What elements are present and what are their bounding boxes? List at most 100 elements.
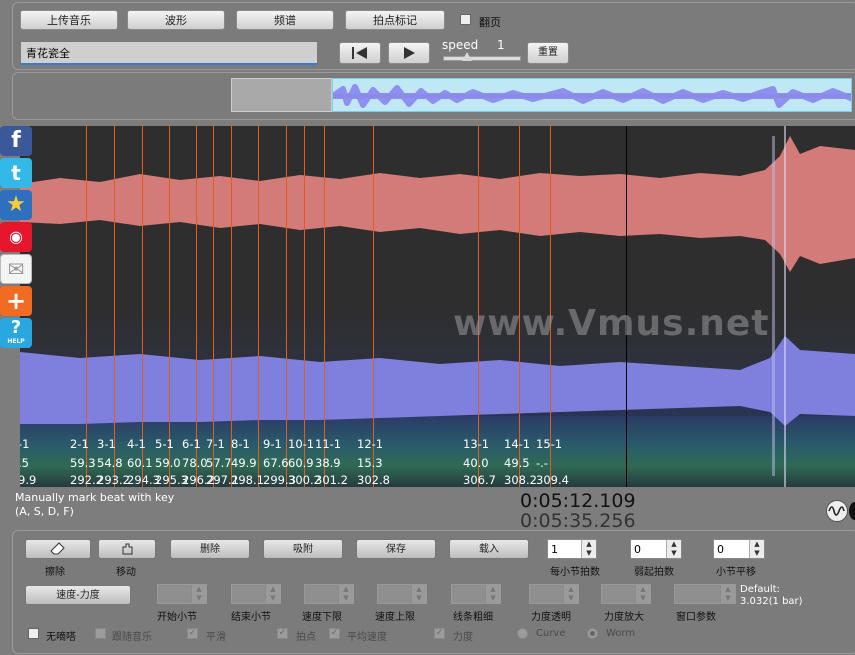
beat-line[interactable] xyxy=(196,126,197,487)
beat-tempo-value: 60.9 xyxy=(288,456,314,470)
bar-shift-stepper[interactable]: 0 ▲ ▼ xyxy=(713,539,765,559)
force-transparency-stepper[interactable]: ▲ ▼ xyxy=(529,584,579,604)
follow-music-label: 跟随音乐 xyxy=(112,632,152,643)
smooth-label: 平滑 xyxy=(206,632,226,643)
worm-label: Worm xyxy=(606,628,636,639)
beats-per-bar-stepper[interactable]: 1 ▲ ▼ xyxy=(547,539,597,559)
waveform-toggle-icon[interactable] xyxy=(826,500,848,522)
stepper-arrows-icon[interactable]: ▲ ▼ xyxy=(581,540,596,558)
beat-line[interactable] xyxy=(286,126,287,487)
window-param-stepper[interactable]: ▲ ▼ xyxy=(674,584,736,604)
beat-bar-label: 10-1 xyxy=(288,437,315,451)
stepper-arrows-icon[interactable]: ▲ ▼ xyxy=(666,540,681,558)
stepper-arrows-icon[interactable]: ▲ ▼ xyxy=(265,585,280,603)
beat-bar-label: 6-1 xyxy=(182,437,201,451)
waveform-button[interactable]: 波形 xyxy=(127,10,225,30)
beat-tempo-value: 40.0 xyxy=(463,456,489,470)
no-ticks-label: 无嘀嗒 xyxy=(46,632,76,643)
stepper-arrows-icon[interactable]: ▲ ▼ xyxy=(563,585,578,603)
beat-time-value: 298.1 xyxy=(231,473,264,487)
twitter-icon[interactable]: t xyxy=(0,158,32,188)
beat-bar-label: 8-1 xyxy=(231,437,250,451)
add-plus-icon[interactable]: + xyxy=(0,286,32,316)
beat-line[interactable] xyxy=(324,126,325,487)
beat-line[interactable] xyxy=(304,126,305,487)
beats-checkbox[interactable]: ✓ xyxy=(277,628,288,639)
start-bar-stepper[interactable]: ▲ ▼ xyxy=(157,584,207,604)
load-button[interactable]: 载入 xyxy=(449,539,529,559)
beat-line[interactable] xyxy=(114,126,115,487)
stepper-arrows-icon[interactable]: ▲ ▼ xyxy=(485,585,500,603)
beat-tempo-value: 59.3 xyxy=(70,456,96,470)
sine-wave-icon xyxy=(828,506,845,516)
speed-upper-stepper[interactable]: ▲ ▼ xyxy=(377,584,427,604)
beat-line[interactable] xyxy=(213,126,214,487)
no-ticks-checkbox[interactable] xyxy=(28,628,39,639)
weibo-icon[interactable]: ◉ xyxy=(0,222,32,252)
worm-radio[interactable] xyxy=(587,628,598,639)
hint-line-2: (A, S, D, F) xyxy=(15,505,74,518)
beat-line[interactable] xyxy=(231,126,232,487)
stepper-arrows-icon[interactable]: ▲ ▼ xyxy=(635,585,650,603)
erase-button[interactable] xyxy=(25,539,91,559)
upload-music-button[interactable]: 上传音乐 xyxy=(20,10,118,30)
stepper-arrows-icon[interactable]: ▲ ▼ xyxy=(191,585,206,603)
rewind-start-button[interactable] xyxy=(339,42,381,64)
speed-lower-stepper[interactable]: ▲ ▼ xyxy=(304,584,354,604)
beat-line[interactable] xyxy=(142,126,143,487)
weak-beats-label: 弱起拍数 xyxy=(634,567,674,578)
beat-line[interactable] xyxy=(86,126,87,487)
force-zoom-stepper[interactable]: ▲ ▼ xyxy=(601,584,651,604)
stepper-arrows-icon[interactable]: ▲ ▼ xyxy=(720,585,735,603)
save-button[interactable]: 保存 xyxy=(356,539,436,559)
smooth-checkbox[interactable]: ✓ xyxy=(187,628,198,639)
beat-tempo-value: 60.1 xyxy=(127,456,153,470)
overview-waveform[interactable] xyxy=(332,78,852,112)
favorite-star-icon[interactable]: ★ xyxy=(0,190,32,220)
speed-slider-track[interactable] xyxy=(443,56,521,61)
line-thickness-stepper[interactable]: ▲ ▼ xyxy=(451,584,501,604)
beat-mark-button[interactable]: 拍点标记 xyxy=(345,10,445,30)
delete-button[interactable]: 删除 xyxy=(170,539,250,559)
play-button[interactable] xyxy=(388,42,430,64)
page-flip-checkbox[interactable] xyxy=(460,14,471,25)
main-waveform-view[interactable]: www.Vmus.net -1 2-1 3-1 4-1 5-1 6-1 7-1 8-1 9-1 1… xyxy=(20,126,855,487)
beat-line[interactable] xyxy=(258,126,259,487)
beat-bar-label: 12-1 xyxy=(357,437,384,451)
beat-tempo-value: .5 xyxy=(20,456,29,470)
follow-music-checkbox[interactable] xyxy=(95,628,106,639)
weak-beats-stepper[interactable]: 0 ▲ ▼ xyxy=(630,539,682,559)
end-bar-label: 结束小节 xyxy=(231,612,271,623)
end-bar-stepper[interactable]: ▲ ▼ xyxy=(231,584,281,604)
song-title-field[interactable]: 青花瓷全 xyxy=(20,41,318,65)
move-button[interactable] xyxy=(98,539,156,559)
beat-bar-label: 7-1 xyxy=(206,437,225,451)
force-label: 力度 xyxy=(453,632,473,643)
line-thickness-label: 线条粗细 xyxy=(453,612,493,623)
beat-bar-label: 11-1 xyxy=(315,437,342,451)
beat-line[interactable] xyxy=(373,126,374,487)
beats-label: 拍点 xyxy=(296,632,316,643)
hint-line-1: Manually mark beat with key xyxy=(15,491,175,504)
snap-button[interactable]: 吸附 xyxy=(263,539,343,559)
beat-time-value: 308.2 xyxy=(504,473,537,487)
mail-icon[interactable]: ✉ xyxy=(0,254,32,284)
help-icon[interactable]: ? HELP xyxy=(0,318,32,348)
erase-label: 擦除 xyxy=(45,567,65,578)
spectrum-button[interactable]: 频谱 xyxy=(236,10,334,30)
beat-tempo-value: -.- xyxy=(536,456,548,470)
help-text: HELP xyxy=(7,338,25,345)
force-zoom-label: 力度放大 xyxy=(604,612,644,623)
speed-slider-thumb[interactable] xyxy=(462,52,472,61)
stepper-arrows-icon[interactable]: ▲ ▼ xyxy=(411,585,426,603)
stepper-arrows-icon[interactable]: ▲ ▼ xyxy=(749,540,764,558)
stepper-arrows-icon[interactable]: ▲ ▼ xyxy=(338,585,353,603)
reset-button[interactable]: 重置 xyxy=(527,42,569,64)
skip-to-start-icon xyxy=(352,47,367,59)
curve-radio[interactable] xyxy=(517,628,528,639)
force-checkbox[interactable]: ✓ xyxy=(434,628,445,639)
facebook-icon[interactable]: f xyxy=(0,126,32,156)
avg-speed-checkbox[interactable]: ✓ xyxy=(329,628,340,639)
beat-line[interactable] xyxy=(169,126,170,487)
speed-force-button[interactable]: 速度-力度 xyxy=(25,585,131,605)
